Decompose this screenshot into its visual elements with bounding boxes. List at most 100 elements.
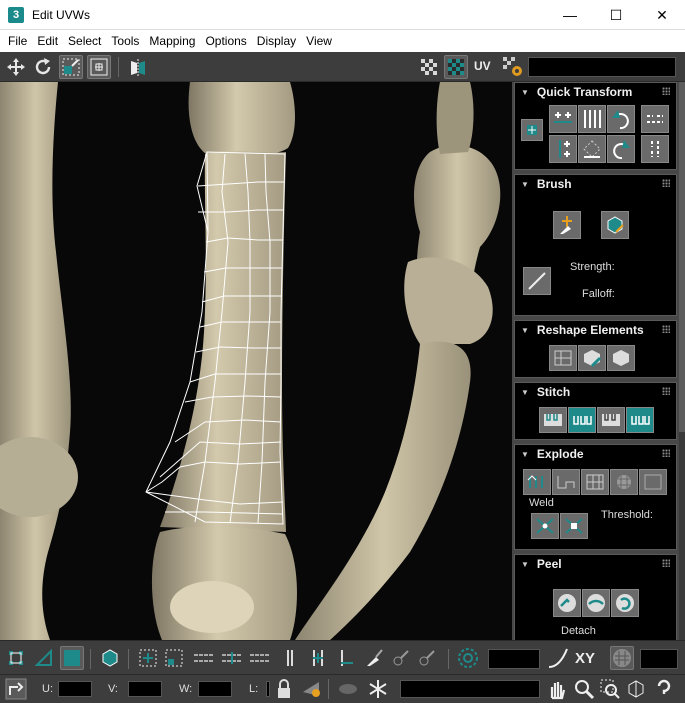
rotate-icon[interactable] [31,55,55,79]
maximize-button[interactable]: ☐ [593,0,639,30]
paint-move-icon[interactable] [553,211,581,239]
straighten-icon[interactable] [578,135,606,163]
explode-title: Explode [536,447,584,461]
relax-settings-icon[interactable] [607,345,635,371]
grow-selection-icon[interactable] [136,646,160,670]
shrink-selection-icon[interactable] [162,646,186,670]
move-icon[interactable] [4,55,28,79]
break-by-smoothing-icon[interactable] [523,469,551,495]
flatten-settings-icon[interactable] [639,469,667,495]
minimize-button[interactable]: — [547,0,593,30]
brush-header[interactable]: ▼ Brush [515,175,676,193]
weld-all-icon[interactable] [560,513,588,539]
align-vertical-icon[interactable] [549,135,577,163]
ring-select-icon[interactable] [278,646,302,670]
vertex-select-icon[interactable] [4,646,28,670]
quick-transform-header[interactable]: ▼ Quick Transform [515,83,676,101]
align-to-edge-v-icon[interactable] [641,135,669,163]
element-select-icon[interactable] [98,646,122,670]
texture-dropdown[interactable] [528,57,676,77]
reshape-header[interactable]: ▼ Reshape Elements [515,321,676,339]
menu-view[interactable]: View [301,30,337,52]
relax-brush-icon[interactable] [601,211,629,239]
paint-select-icon[interactable] [362,646,386,670]
menu-edit[interactable]: Edit [32,30,63,52]
menu-mapping[interactable]: Mapping [144,30,200,52]
filter-dropdown[interactable] [400,680,540,698]
menu-display[interactable]: Display [252,30,301,52]
hide-unhide-icon[interactable] [300,677,324,701]
peel-mode-icon[interactable] [582,589,610,617]
peel-header[interactable]: ▼ Peel [515,555,676,573]
limit-value-field[interactable] [640,649,678,669]
freeze-icon[interactable] [366,677,390,701]
straighten-selection-icon[interactable] [549,345,577,371]
pan-icon[interactable] [545,677,569,701]
relax-icon[interactable] [578,345,606,371]
loop-grow-icon[interactable] [220,646,244,670]
close-button[interactable]: ✕ [639,0,685,30]
window-title: Edit UVWs [32,7,91,22]
weld-selected-icon[interactable] [531,513,559,539]
menu-select[interactable]: Select [63,30,106,52]
stitch-custom-icon[interactable] [626,407,654,433]
rotate-ccw-icon[interactable] [607,105,635,133]
soft-select-falloff-field[interactable] [488,649,540,669]
menu-file[interactable]: File [3,30,32,52]
texture-settings-icon[interactable] [501,55,525,79]
break-by-material-icon[interactable] [552,469,580,495]
absolute-offset-icon[interactable] [4,677,28,701]
brush-rollout: ▼ Brush Strength: Falloff: [514,174,677,316]
zoom-extents-icon[interactable] [624,677,648,701]
xy-label[interactable]: XY [575,650,595,667]
panel-scrollbar-thumb[interactable] [679,82,685,432]
quick-peel-icon[interactable] [553,589,581,617]
limit-by-element-icon[interactable] [610,646,634,670]
loop-shrink-icon[interactable] [248,646,272,670]
rotate-cw-icon[interactable] [607,135,635,163]
reset-peel-icon[interactable] [611,589,639,617]
falloff-curve-icon[interactable] [546,646,570,670]
help-icon[interactable] [652,677,676,701]
uv-viewport[interactable] [0,82,512,640]
pivot-icon[interactable] [521,119,543,141]
ring-grow-icon[interactable] [306,646,330,670]
checker-off-icon[interactable] [417,55,441,79]
ring-shrink-icon[interactable] [334,646,358,670]
mirror-icon[interactable] [126,55,150,79]
scale-icon[interactable] [59,55,83,79]
soft-selection-icon[interactable] [456,646,480,670]
space-horizontal-icon[interactable] [578,105,606,133]
align-to-edge-h-icon[interactable] [641,105,669,133]
align-horizontal-icon[interactable] [549,105,577,133]
explode-header[interactable]: ▼ Explode [515,445,676,463]
flatten-by-angle-icon[interactable] [610,469,638,495]
menu-tools[interactable]: Tools [106,30,144,52]
zoom-region-icon[interactable] [598,677,622,701]
brush-title: Brush [536,177,572,191]
break-by-polygroup-icon[interactable] [581,469,609,495]
brush-falloff-curve-icon[interactable] [523,267,551,295]
stitch-average-icon[interactable] [568,407,596,433]
detach-label[interactable]: Detach [561,625,596,637]
stitch-source-icon[interactable] [597,407,625,433]
zoom-icon[interactable] [572,677,596,701]
u-coordinate-field[interactable] [58,681,92,697]
paint-select-grow-icon[interactable] [388,646,412,670]
paint-select-shrink-icon[interactable] [414,646,438,670]
menu-options[interactable]: Options [200,30,251,52]
show-icon[interactable] [336,677,360,701]
l-value-field[interactable] [266,681,270,697]
stitch-header[interactable]: ▼ Stitch [515,383,676,401]
v-coordinate-field[interactable] [128,681,162,697]
loop-select-icon[interactable] [192,646,216,670]
checker-on-icon[interactable] [444,55,468,79]
face-select-icon[interactable] [60,646,84,670]
w-coordinate-field[interactable] [198,681,232,697]
uv-label[interactable]: UV [474,59,491,73]
edge-select-icon[interactable] [32,646,56,670]
stitch-to-target-icon[interactable] [539,407,567,433]
freeform-icon[interactable] [87,55,111,79]
panel-scrollbar[interactable] [679,82,685,640]
lock-icon[interactable] [272,677,296,701]
